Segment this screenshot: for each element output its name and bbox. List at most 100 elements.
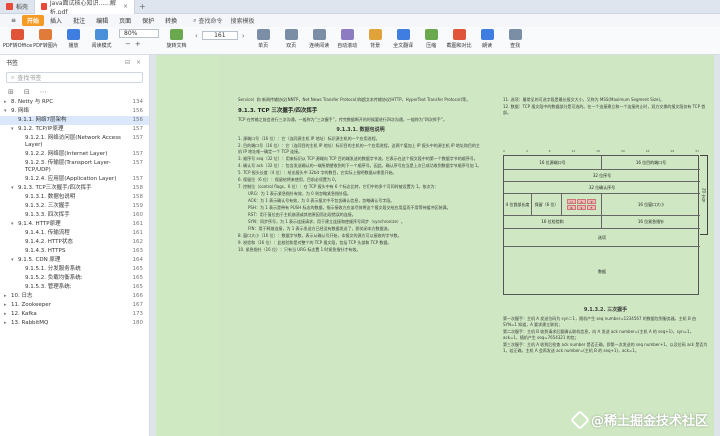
bookmark-item[interactable]: 9.1.5.1. 分发服务系统 165 [0,265,149,274]
find-button[interactable]: 查找 [502,29,529,49]
play-button[interactable]: 播放 [60,29,87,49]
expand-caret-icon[interactable]: ▾ [11,257,16,264]
rotate-button[interactable]: 旋转文档 [163,29,190,49]
close-tab-icon[interactable]: × [123,3,128,10]
bookmark-item[interactable]: 9.1.3.1. 数据包说明 158 [0,193,149,202]
bookmark-item[interactable]: ▸ 13. RabbitMQ 180 [0,319,149,328]
zoom-out-icon[interactable]: − [125,40,131,48]
bookmark-page-number: 173 [132,311,144,317]
bookmark-item[interactable]: 9.1.3.2. 三次握手 159 [0,202,149,211]
bookmark-item[interactable]: 9.1.2.2. 网络层(Internet Layer) 157 [0,150,149,159]
pdf-to-image-button[interactable]: PDF转图片 [32,29,59,49]
tab-bar: 稻壳 Java面试核心知识......解析.pdf × + [0,0,720,16]
menu-convert[interactable]: 转换 [160,15,182,26]
bookmark-item[interactable]: 9.1.5.2. 负载均衡系统: 165 [0,274,149,283]
delete-bookmark-icon[interactable]: ⊟ [24,88,30,96]
zoom-input[interactable]: 80% [119,29,159,38]
expand-caret-icon[interactable]: ▾ [11,221,16,228]
menu-protect[interactable]: 保护 [137,15,159,26]
bookmark-label: 9.1.2.2. 网络层(Internet Layer) [25,151,108,157]
tcp-flag: S [577,205,586,210]
bookmark-item[interactable]: ▾ 9.1.3. TCP三次握手/四次挥手 158 [0,184,149,193]
zoom-in-icon[interactable]: + [135,40,141,48]
menu-start[interactable]: 开始 [22,15,45,26]
sidebar-close-icon[interactable]: ⊟ × [125,59,143,66]
bookmark-item[interactable]: ▾ 9.1.2. TCP/IP原理 157 [0,125,149,134]
add-bookmark-icon[interactable]: ⊞ [8,88,14,96]
bookmark-label: 9. 网络 [11,108,29,114]
bookmark-item[interactable]: 9.1.3.3. 四次挥手 160 [0,211,149,220]
menu-insert[interactable]: 插入 [45,15,67,26]
expand-caret-icon[interactable]: ▾ [11,185,16,192]
screenshot-button[interactable]: 截图和对比 [446,29,473,49]
bookmark-label: 9.1.3.3. 四次挥手 [25,212,70,218]
page-number-input[interactable]: 161 [201,31,238,40]
background-button[interactable]: 背景 [362,29,389,49]
menu-annotate[interactable]: 批注 [68,15,90,26]
tab-docer[interactable]: 稻壳 [0,0,36,14]
command-search[interactable]: ⌕ 查找命令 搜索模板 [193,16,254,26]
bookmark-item[interactable]: 9.1.4.2. HTTP状态 162 [0,238,149,247]
caret-spacer [18,194,23,201]
packet-field-item: 7. 控制位（control flags，6 位）：在 TCP 报头中有 6 个… [238,184,439,189]
prev-page-icon[interactable]: ‹ [195,32,198,40]
double-page-button[interactable]: 双页 [278,29,305,49]
tab-current-pdf[interactable]: Java面试核心知识......解析.pdf × [35,0,136,16]
expand-caret-icon[interactable]: ▸ [4,320,9,327]
bookmark-item[interactable]: ▾ 9. 网络 156 [0,107,149,116]
docer-icon [6,3,13,10]
book-icon [95,29,108,40]
reading-mode-button[interactable]: 阅读模式 [88,29,115,49]
seq-cell: 32 位序号 [504,170,700,182]
expand-caret-icon[interactable]: ▸ [4,302,9,309]
bookmark-item[interactable]: 9.1.1. 网络7层架构 156 [0,116,149,125]
read-aloud-button[interactable]: 朗读 [474,29,501,49]
bookmark-item[interactable]: ▸ 12. Kafka 173 [0,310,149,319]
bookmark-item[interactable]: ▸ 11. Zookeeper 167 [0,301,149,310]
bookmark-search-input[interactable]: ⌕ 查找书签 [6,72,143,83]
expand-caret-icon[interactable]: ▸ [4,99,9,106]
bookmark-item[interactable]: 9.1.2.3. 传输层(Transport Layer-TCP/UDP) 157 [0,159,149,175]
bookmark-item[interactable]: 9.1.5.3. 管理系统: 165 [0,283,149,292]
more-options-icon[interactable]: ⋯ [40,88,47,96]
bookmark-item[interactable]: ▾ 9.1.4. HTTP原理 161 [0,220,149,229]
search-icon: ⌕ [193,16,197,24]
packet-field-item: FIN：用于释放连接，为 1 表示发送方已经没有数据发送了，即关闭本方数据流。 [248,226,392,231]
bookmark-tree: ▸ 8. Netty 与 RPC 134 ▾ 9. 网络 156 9.1.1. 网络7层架构… [0,98,149,328]
bookmark-label: 13. RabbitMQ [11,320,49,326]
bookmark-item[interactable]: 9.1.4.1. 传输流程 161 [0,229,149,238]
translate-button[interactable]: 全文翻译 [390,29,417,49]
document-viewer[interactable]: Service）和 新闻传输协议(NNTP，Net News Transfer … [150,55,720,436]
next-page-icon[interactable]: › [242,32,245,40]
handshake-step-2: 第二次握手：主机 B 收到请求后要确认联机信息，向 A 发送 ack numbe… [503,329,694,340]
expand-caret-icon[interactable]: ▾ [4,108,9,115]
bookmark-item[interactable]: ▸ 8. Netty 与 RPC 134 [0,98,149,107]
bookmark-item[interactable]: 9.1.2.4. 应用层(Application Layer) 157 [0,175,149,184]
bookmark-item[interactable]: 9.1.2.1. 网络访问层(Network Access Layer) 157 [0,134,149,150]
expand-caret-icon[interactable]: ▸ [4,311,9,318]
expand-caret-icon[interactable]: ▾ [11,126,16,133]
bookmark-label: 9.1.4. HTTP原理 [18,221,61,227]
bookmark-label: 9.1.5.2. 负载均衡系统: [25,275,83,281]
bookmark-item[interactable]: ▾ 9.1.5. CDN 原理 164 [0,256,149,265]
single-page-icon [256,29,270,40]
continuous-read-button[interactable]: 连续阅读 [306,29,333,49]
compress-button[interactable]: 压缩 [418,29,445,49]
section-intro: TCP 在传输之前会进行三次沟通，一般称为“三次握手”，传完数据断开的时候要进行… [238,117,447,122]
pdf-to-office-icon [11,29,24,40]
menu-edit[interactable]: 编辑 [91,15,113,26]
expand-caret-icon[interactable]: ▸ [4,293,9,300]
caret-spacer [18,176,23,183]
bookmark-item[interactable]: ▸ 10. 日志 166 [0,292,149,301]
packet-field-item: 1. 源端口号（16 位）：它（连同源主机 IP 地址）标识源主机的一个应用进程… [238,136,380,141]
pdf-to-office-button[interactable]: PDF转Office [3,29,32,49]
menu-icon[interactable]: ≡ [6,16,21,25]
bookmark-item[interactable]: 9.1.4.3. HTTPS 163 [0,247,149,256]
caret-spacer [18,275,23,282]
bookmark-label: 9.1.3.2. 三次握手 [25,203,70,209]
bookmark-label: 10. 日志 [11,293,33,299]
auto-scroll-button[interactable]: 自动滚动 [334,29,361,49]
new-tab-icon[interactable]: + [135,2,150,11]
single-page-button[interactable]: 单页 [250,29,277,49]
menu-page[interactable]: 页面 [114,15,136,26]
